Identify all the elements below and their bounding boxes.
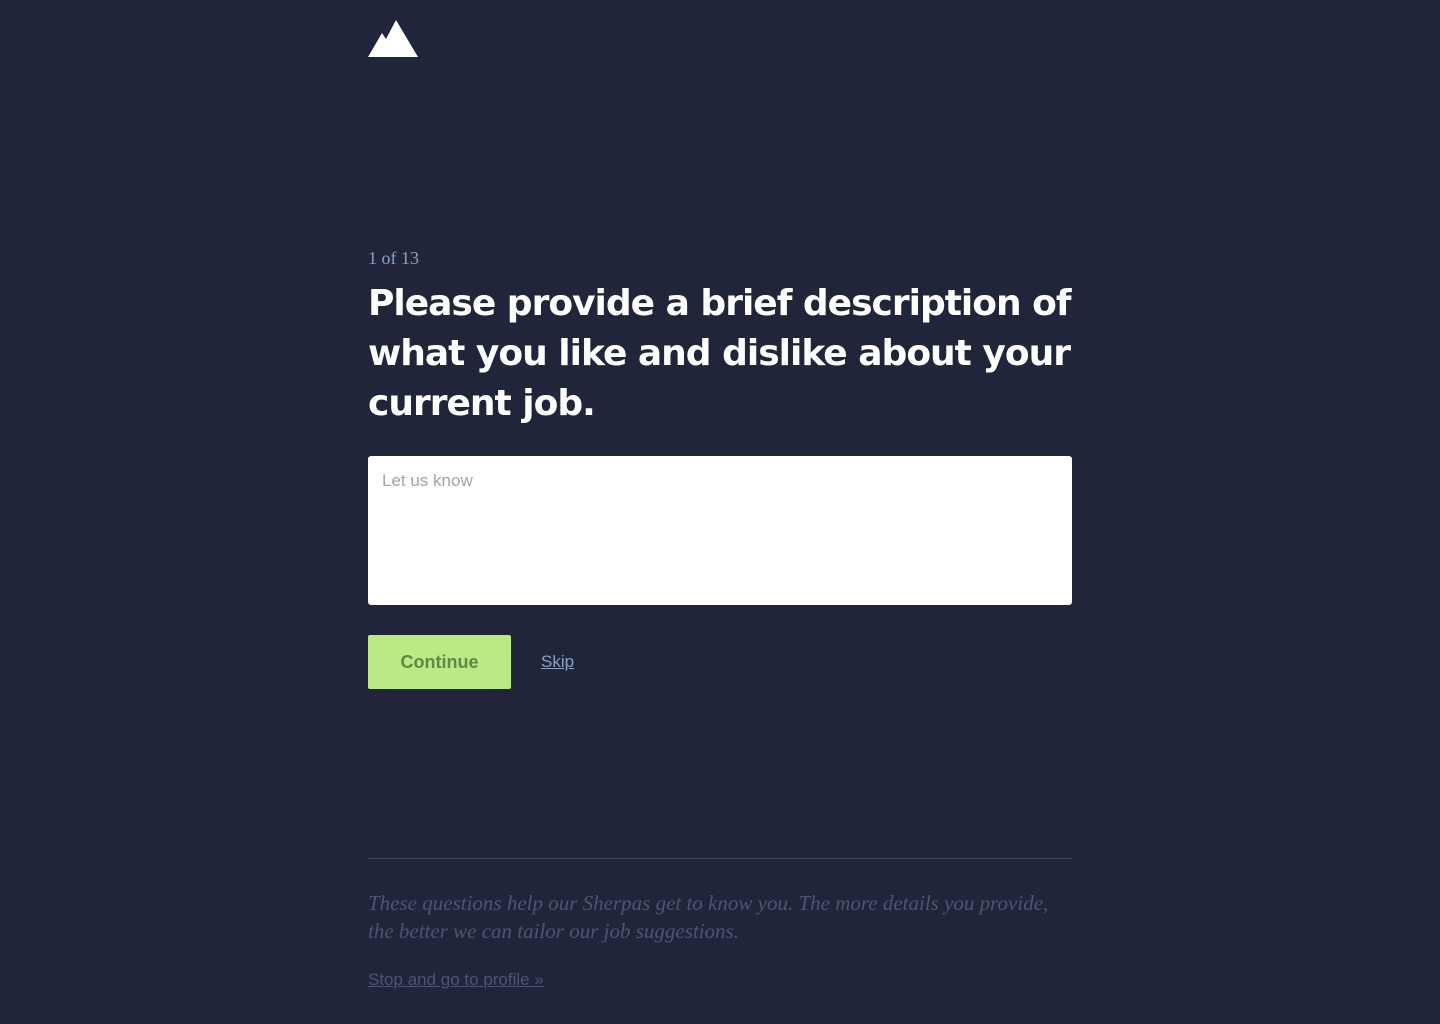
go-to-profile-link[interactable]: Stop and go to profile » [368,970,544,990]
question-title: Please provide a brief description of wh… [368,283,1072,424]
footer-divider [368,858,1072,859]
answer-textarea[interactable] [368,456,1072,605]
mountain-icon[interactable] [368,19,418,57]
footer-note: These questions help our Sherpas get to … [368,891,1049,943]
progress-indicator: 1 of 13 [368,248,419,268]
continue-button[interactable]: Continue [368,635,511,689]
skip-link[interactable]: Skip [541,652,574,672]
